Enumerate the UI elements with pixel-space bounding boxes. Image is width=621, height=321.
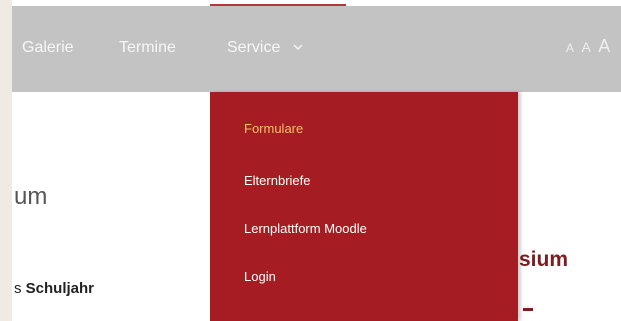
page-edge-strip xyxy=(0,0,12,321)
nav-item-service[interactable]: Service xyxy=(227,39,303,57)
main-navbar: Galerie Termine Service A A A xyxy=(12,6,621,92)
font-size-large-button[interactable]: A xyxy=(598,36,610,56)
content-text-bold: Schuljahr xyxy=(25,280,95,297)
menu-item-login[interactable]: Login xyxy=(244,269,276,284)
nav-item-galerie[interactable]: Galerie xyxy=(22,39,74,57)
content-heading: um xyxy=(14,183,48,210)
right-column-title: sium xyxy=(519,248,569,271)
title-glyph-fragment xyxy=(523,308,533,311)
font-size-medium-button[interactable]: A xyxy=(581,39,590,55)
menu-item-lernplattform-moodle[interactable]: Lernplattform Moodle xyxy=(244,221,367,236)
menu-item-elternbriefe[interactable]: Elternbriefe xyxy=(244,173,310,188)
chevron-down-icon xyxy=(293,44,303,51)
page: Galerie Termine Service A A A um s Schul… xyxy=(0,0,621,321)
content-text: s Schuljahr xyxy=(14,280,94,297)
font-size-controls: A A A xyxy=(566,36,610,57)
service-dropdown-menu: Formulare Elternbriefe Lernplattform Moo… xyxy=(210,92,518,321)
nav-item-termine[interactable]: Termine xyxy=(119,39,176,57)
font-size-small-button[interactable]: A xyxy=(566,41,574,55)
right-column-title-overflow xyxy=(519,308,539,321)
menu-item-formulare[interactable]: Formulare xyxy=(244,121,303,136)
nav-item-service-label: Service xyxy=(227,39,281,56)
content-text-prefix: s xyxy=(14,280,26,297)
